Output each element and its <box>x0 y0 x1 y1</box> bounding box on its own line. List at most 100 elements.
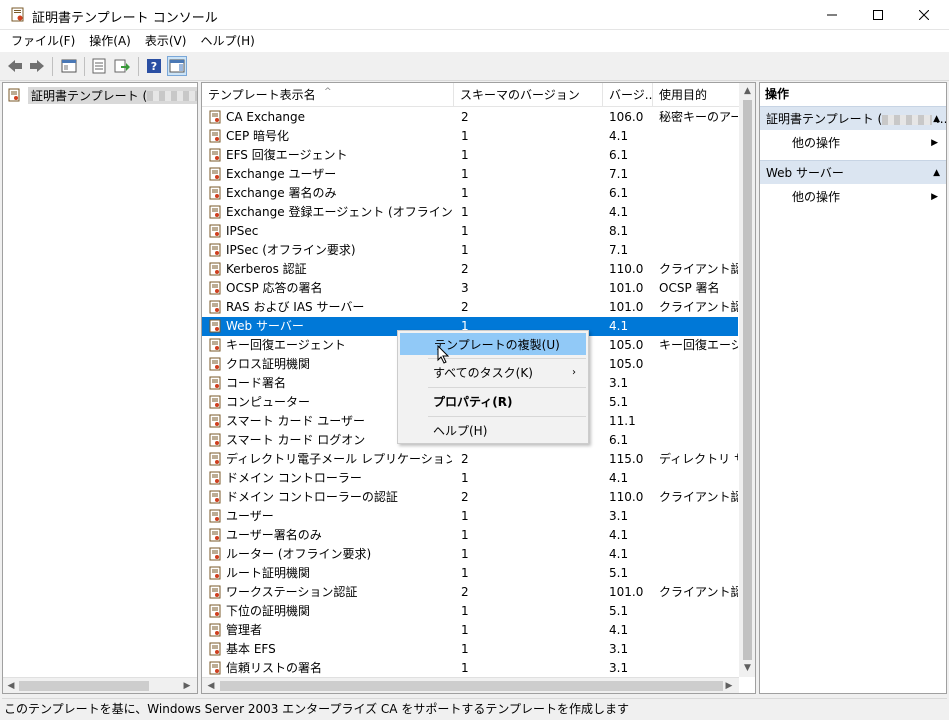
certificate-template-icon <box>209 129 221 143</box>
certificate-template-icon <box>209 205 221 219</box>
certificate-template-icon <box>209 490 221 504</box>
scroll-right-icon[interactable]: ▶ <box>181 680 193 692</box>
collapse-up-icon[interactable]: ▲ <box>933 107 940 130</box>
redacted-hostname <box>147 91 197 101</box>
collapse-up-icon[interactable]: ▲ <box>933 161 940 184</box>
cell-version: 4.1 <box>609 528 629 542</box>
back-button[interactable] <box>5 56 25 76</box>
cell-name: Kerberos 認証 <box>226 262 307 276</box>
table-row[interactable]: 信頼リストの署名 1 3.1 <box>202 659 738 678</box>
cell-version: 110.0 <box>609 490 644 504</box>
table-row[interactable]: IPSec 1 8.1 <box>202 222 738 241</box>
list-vertical-scrollbar[interactable]: ▲ ▼ <box>739 83 755 677</box>
table-row[interactable]: ディレクトリ電子メール レプリケーション 2 115.0 ディレクトリ サービ <box>202 450 738 469</box>
table-row[interactable]: ルーター (オフライン要求) 1 4.1 <box>202 545 738 564</box>
minimize-button[interactable] <box>809 0 855 30</box>
forward-button[interactable] <box>27 56 47 76</box>
cell-name: Exchange 署名のみ <box>226 186 337 200</box>
table-row[interactable]: 管理者 1 4.1 <box>202 621 738 640</box>
help-button[interactable]: ? <box>144 56 164 76</box>
scroll-left-icon[interactable]: ◀ <box>205 680 217 692</box>
column-header-name[interactable]: テンプレート表示名 ^ <box>202 83 454 107</box>
scroll-thumb[interactable] <box>19 681 149 691</box>
menu-file[interactable]: ファイル(F) <box>4 31 82 51</box>
certificate-template-icon <box>209 395 221 409</box>
table-row[interactable]: Kerberos 認証 2 110.0 クライアント認証 <box>202 260 738 279</box>
menu-bar: ファイル(F) 操作(A) 表示(V) ヘルプ(H) <box>0 30 949 52</box>
cell-purpose: クライアント認証 <box>659 262 738 276</box>
tree-horizontal-scrollbar[interactable]: ◀ ▶ <box>3 677 197 693</box>
menu-item-properties[interactable]: プロパティ(R) <box>400 391 586 413</box>
cell-version: 3.1 <box>609 661 629 675</box>
table-row[interactable]: ルート証明機関 1 5.1 <box>202 564 738 583</box>
scroll-right-icon[interactable]: ▶ <box>723 680 735 692</box>
table-row[interactable]: Exchange 登録エージェント (オフライン要求) 1 4.1 <box>202 203 738 222</box>
table-row[interactable]: ドメイン コントローラーの認証 2 110.0 クライアント認証 <box>202 488 738 507</box>
cell-version: 7.1 <box>609 167 629 181</box>
column-header-purpose[interactable]: 使用目的 <box>653 83 739 107</box>
table-row[interactable]: ワークステーション認証 2 101.0 クライアント認証 <box>202 583 738 602</box>
table-row[interactable]: Exchange 署名のみ 1 6.1 <box>202 184 738 203</box>
actions-section-certificate-templates[interactable]: 証明書テンプレート ( ... ▲ <box>760 106 946 130</box>
cell-purpose: クライアント認証 <box>659 300 738 314</box>
export-list-button[interactable] <box>89 56 109 76</box>
table-row[interactable]: EFS 回復エージェント 1 6.1 <box>202 146 738 165</box>
forward-arrow-icon <box>30 60 44 72</box>
cell-name: IPSec <box>226 224 259 238</box>
scroll-thumb[interactable] <box>743 100 752 660</box>
cell-schema: 1 <box>461 623 469 637</box>
table-row[interactable]: CA Exchange 2 106.0 秘密キーのアーカ <box>202 108 738 127</box>
menu-item-all-tasks[interactable]: すべてのタスク(K) › <box>400 362 586 384</box>
submenu-arrow-icon: ▶ <box>931 138 938 148</box>
table-row[interactable]: IPSec (オフライン要求) 1 7.1 <box>202 241 738 260</box>
cell-schema: 1 <box>461 205 469 219</box>
table-row[interactable]: ドメイン コントローラー 1 4.1 <box>202 469 738 488</box>
cell-name: Exchange 登録エージェント (オフライン要求) <box>226 205 452 219</box>
table-row[interactable]: CEP 暗号化 1 4.1 <box>202 127 738 146</box>
menu-item-duplicate-template[interactable]: テンプレートの複製(U) <box>400 333 586 355</box>
certificate-template-icon <box>209 566 221 580</box>
action-more-actions-1[interactable]: 他の操作 ▶ <box>760 132 946 154</box>
actions-section-web-server[interactable]: Web サーバー ▲ <box>760 160 946 184</box>
close-button[interactable] <box>901 0 947 30</box>
table-row[interactable]: OCSP 応答の署名 3 101.0 OCSP 署名 <box>202 279 738 298</box>
cell-version: 4.1 <box>609 471 629 485</box>
cell-schema: 1 <box>461 661 469 675</box>
cell-name: CEP 暗号化 <box>226 129 290 143</box>
scroll-up-icon[interactable]: ▲ <box>741 85 754 98</box>
show-action-pane-button[interactable] <box>167 56 187 76</box>
table-row[interactable]: ユーザー署名のみ 1 4.1 <box>202 526 738 545</box>
table-row[interactable]: ユーザー 1 3.1 <box>202 507 738 526</box>
cell-schema: 1 <box>461 167 469 181</box>
table-row[interactable]: RAS および IAS サーバー 2 101.0 クライアント認証 <box>202 298 738 317</box>
scroll-left-icon[interactable]: ◀ <box>5 680 17 692</box>
maximize-button[interactable] <box>855 0 901 30</box>
certificate-template-icon <box>209 623 221 637</box>
export-button[interactable] <box>112 56 132 76</box>
table-row[interactable]: 下位の証明機関 1 5.1 <box>202 602 738 621</box>
svg-text:?: ? <box>151 60 157 73</box>
table-row[interactable]: 基本 EFS 1 3.1 <box>202 640 738 659</box>
scroll-down-icon[interactable]: ▼ <box>741 662 754 675</box>
cell-schema: 2 <box>461 490 469 504</box>
column-header-version[interactable]: バージ... <box>603 83 653 107</box>
scroll-thumb[interactable] <box>220 681 723 691</box>
menu-view[interactable]: 表示(V) <box>138 31 194 51</box>
tree-node-certificate-templates[interactable]: 証明書テンプレート ( <box>7 86 197 104</box>
cell-version: 11.1 <box>609 414 636 428</box>
show-hide-tree-button[interactable] <box>59 56 79 76</box>
column-header-schema[interactable]: スキーマのバージョン <box>454 83 603 107</box>
cell-version: 5.1 <box>609 566 629 580</box>
certificate-template-icon <box>209 300 221 314</box>
action-more-actions-2[interactable]: 他の操作 ▶ <box>760 186 946 208</box>
back-arrow-icon <box>8 60 22 72</box>
cell-version: 3.1 <box>609 642 629 656</box>
menu-item-help[interactable]: ヘルプ(H) <box>400 420 586 442</box>
menu-help[interactable]: ヘルプ(H) <box>193 31 261 51</box>
table-row[interactable]: Exchange ユーザー 1 7.1 <box>202 165 738 184</box>
cell-schema: 2 <box>461 452 469 466</box>
certificate-template-icon <box>209 110 221 124</box>
cell-purpose: キー回復エージェ <box>659 338 738 352</box>
list-horizontal-scrollbar[interactable]: ◀ ▶ <box>202 677 739 693</box>
menu-action[interactable]: 操作(A) <box>82 31 138 51</box>
